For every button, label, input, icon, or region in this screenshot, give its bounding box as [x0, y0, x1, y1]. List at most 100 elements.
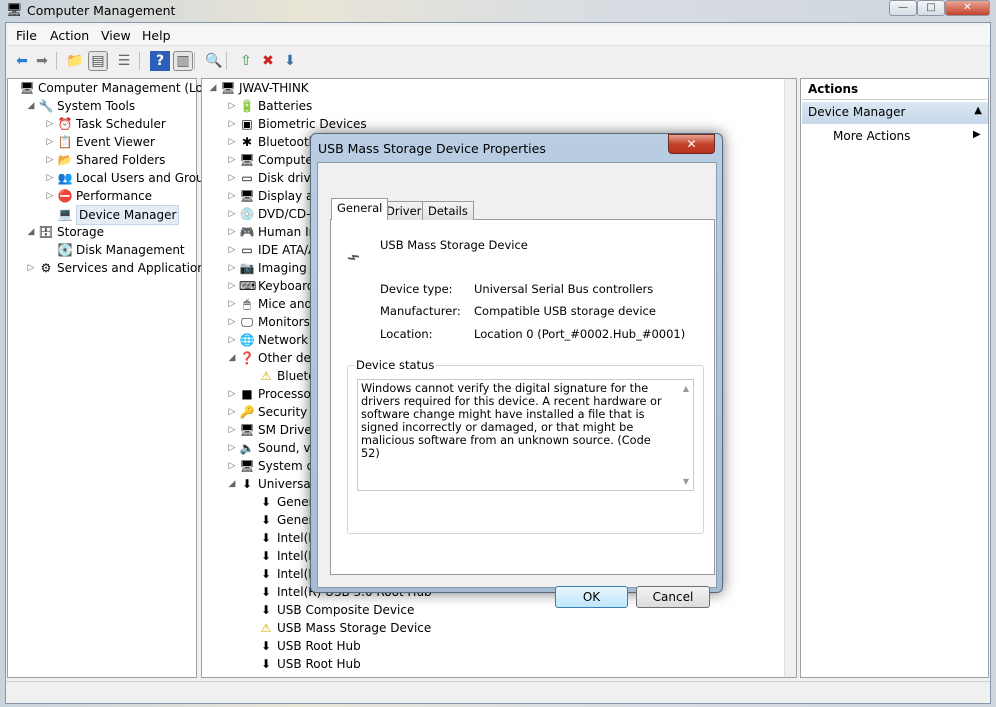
expand-toggle-icon[interactable]: ▷	[227, 457, 237, 475]
actions-header: Actions	[802, 80, 988, 100]
device-icon: ▭	[241, 171, 253, 185]
device-icon: ⬇	[260, 549, 272, 563]
device-icon: 📷	[239, 261, 255, 275]
manufacturer-label: Manufacturer:	[380, 304, 461, 318]
expand-toggle-icon[interactable]: ▷	[227, 115, 237, 133]
tree-item-label: Shared Folders	[76, 153, 166, 167]
properties-icon[interactable]: ☰	[114, 51, 134, 71]
menu-file[interactable]: File	[16, 28, 37, 43]
expand-toggle-icon[interactable]: ▷	[227, 151, 237, 169]
properties-dialog: USB Mass Storage Device Properties ✕ ⌁ U…	[310, 133, 723, 608]
device-status-group: Device status Windows cannot verify the …	[347, 358, 704, 534]
device-icon: 🖥	[19, 81, 35, 95]
show-hide-console-tree-icon[interactable]: ▤	[88, 51, 108, 71]
uninstall-icon[interactable]: ✖	[258, 51, 278, 71]
disable-device-icon[interactable]: ⬇	[280, 51, 300, 71]
expand-toggle-icon[interactable]: ▷	[227, 187, 237, 205]
more-actions-link[interactable]: More Actions	[833, 129, 910, 143]
tree-item-label: Monitors	[258, 315, 310, 329]
expand-toggle-icon[interactable]: ▷	[227, 133, 237, 151]
expand-toggle-icon[interactable]: ◢	[208, 79, 218, 97]
expand-toggle-icon[interactable]: ◢	[227, 349, 237, 367]
expand-toggle-icon[interactable]: ▷	[227, 241, 237, 259]
tree-item-label: Device Manager	[76, 205, 180, 225]
expand-toggle-icon[interactable]: ▷	[227, 97, 237, 115]
expand-toggle-icon[interactable]: ▷	[227, 277, 237, 295]
maximize-button[interactable]: □	[917, 0, 945, 16]
device-name: USB Mass Storage Device	[380, 238, 528, 252]
tree-item-label: Computer Management (Local	[38, 81, 221, 95]
tree-item-label: USB Mass Storage Device	[277, 621, 432, 635]
collapse-up-icon[interactable]: ▲	[974, 105, 982, 116]
device-icon: 🔋	[239, 99, 255, 113]
expand-toggle-icon[interactable]: ▷	[227, 259, 237, 277]
menu-help[interactable]: Help	[142, 28, 171, 43]
cancel-button[interactable]: Cancel	[636, 586, 710, 608]
help-icon[interactable]: ?	[150, 51, 170, 71]
device-icon: 🖥	[239, 423, 255, 437]
update-driver-icon[interactable]: ⇧	[236, 51, 256, 71]
expand-toggle-icon[interactable]: ◢	[227, 475, 237, 493]
expand-toggle-icon[interactable]: ▷	[227, 313, 237, 331]
window-title: Computer Management	[27, 3, 176, 18]
expand-toggle-icon[interactable]: ▷	[227, 295, 237, 313]
device-icon: ✱	[241, 135, 253, 149]
actions-pane	[800, 78, 989, 678]
expand-toggle-icon[interactable]: ▷	[227, 385, 237, 403]
device-icon: 🖥	[239, 459, 255, 473]
tab-details[interactable]: Details	[422, 201, 474, 220]
toolbar-separator	[106, 52, 107, 70]
expand-toggle-icon[interactable]: ▷	[227, 439, 237, 457]
device-icon: ⬇	[260, 495, 272, 509]
device-icon: 📋	[57, 135, 73, 149]
manufacturer-value: Compatible USB storage device	[474, 304, 656, 318]
expand-toggle-icon[interactable]: ▷	[227, 421, 237, 439]
tab-general[interactable]: General	[331, 198, 389, 220]
device-icon: 💽	[57, 243, 73, 257]
device-status-textbox[interactable]: Windows cannot verify the digital signat…	[357, 379, 694, 491]
minimize-button[interactable]: —	[889, 0, 917, 16]
expand-toggle-icon[interactable]: ◢	[26, 223, 36, 241]
dialog-close-button[interactable]: ✕	[668, 134, 715, 154]
show-hide-action-pane-icon[interactable]: ▥	[173, 51, 193, 71]
menu-action[interactable]: Action	[50, 28, 89, 43]
expand-toggle-icon[interactable]: ▷	[45, 115, 55, 133]
ok-button[interactable]: OK	[555, 586, 628, 608]
forward-arrow-icon[interactable]: ➡	[32, 51, 52, 71]
tree-item-label: Computer	[258, 153, 318, 167]
scroll-up-icon[interactable]: ▲	[683, 382, 689, 395]
menu-view[interactable]: View	[101, 28, 131, 43]
expand-toggle-icon[interactable]: ▷	[45, 133, 55, 151]
expand-toggle-icon[interactable]: ▷	[227, 223, 237, 241]
close-button[interactable]: ✕	[945, 0, 990, 16]
expand-toggle-icon[interactable]: ▷	[45, 187, 55, 205]
expand-toggle-icon[interactable]: ▷	[227, 403, 237, 421]
submenu-arrow-icon: ▶	[973, 129, 981, 140]
device-icon: ⚙	[40, 261, 52, 275]
device-icon: ⬇	[241, 477, 253, 491]
device-icon: 🔈	[239, 441, 255, 455]
expand-toggle-icon[interactable]: ◢	[26, 97, 36, 115]
device-icon: ⬇	[260, 639, 272, 653]
menu-bar: File Action View Help	[8, 25, 990, 46]
back-arrow-icon[interactable]: ⬅	[12, 51, 32, 71]
expand-toggle-icon[interactable]: ▷	[26, 259, 36, 277]
up-folder-icon[interactable]: 📁	[65, 51, 85, 71]
tree-item-label: Performance	[76, 189, 153, 203]
expand-toggle-icon[interactable]: ▷	[227, 205, 237, 223]
toolbar: ⬅ ➡ 📁 ▤ ☰? ▥ 🔍 ⇧ ✖ ⬇	[8, 47, 990, 74]
toolbar-separator	[226, 52, 227, 70]
scan-hardware-icon[interactable]: 🔍	[204, 51, 224, 71]
expand-toggle-icon[interactable]: ▷	[227, 169, 237, 187]
expand-toggle-icon[interactable]: ▷	[227, 331, 237, 349]
scrollbar[interactable]	[784, 79, 796, 677]
device-icon: ▣	[241, 117, 253, 131]
actions-section-device-manager[interactable]: Device Manager ▲	[802, 102, 988, 124]
device-icon: ⬇	[260, 657, 272, 671]
dialog-body: ⌁ USB Mass Storage Device Device type: U…	[317, 162, 717, 608]
tree-item-label: Disk Management	[76, 243, 185, 257]
expand-toggle-icon[interactable]: ▷	[45, 151, 55, 169]
scroll-down-icon[interactable]: ▼	[683, 475, 689, 488]
tree-item-label: Local Users and Groups	[76, 171, 218, 185]
expand-toggle-icon[interactable]: ▷	[45, 169, 55, 187]
